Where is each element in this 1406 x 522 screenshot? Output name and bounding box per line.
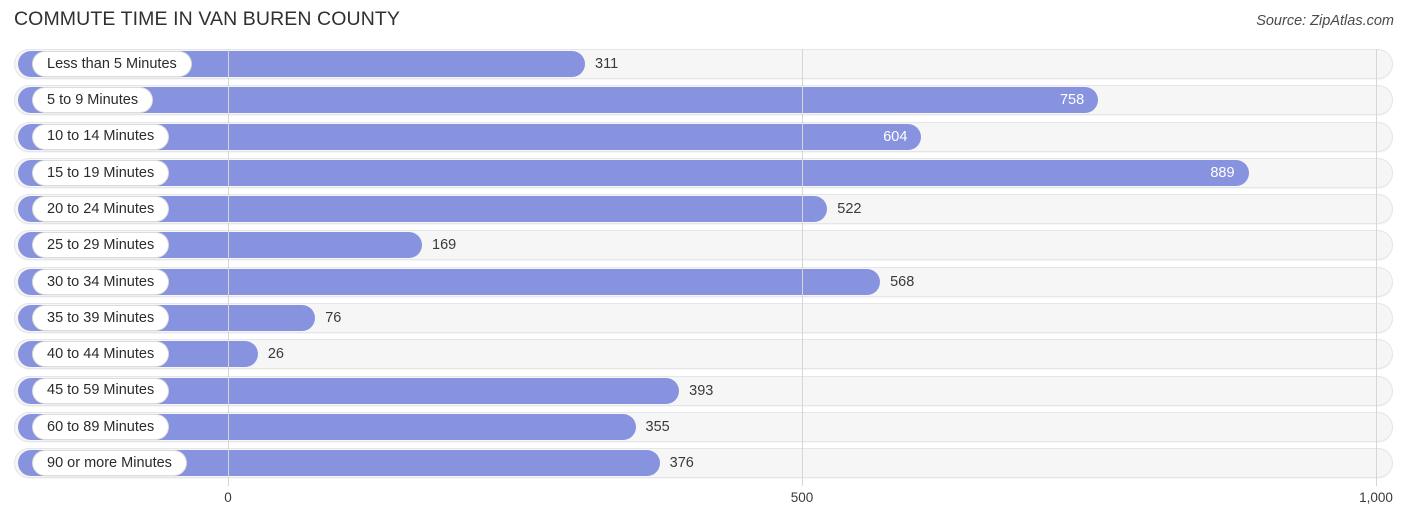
bar-rows: 311 Less than 5 Minutes 758 5 to 9 Minutes 6…	[0, 49, 1406, 485]
bar-value-label: 758	[1059, 92, 1085, 109]
bar-row[interactable]: 568 30 to 34 Minutes	[0, 266, 1406, 297]
bar-value-label: 604	[883, 128, 908, 145]
category-label-text: 45 to 59 Minutes	[47, 382, 155, 399]
bar-row[interactable]: 169 25 to 29 Minutes	[0, 230, 1406, 261]
bar-row[interactable]: 311 Less than 5 Minutes	[0, 49, 1406, 79]
category-label-pill[interactable]: 30 to 34 Minutes	[33, 269, 169, 294]
bar-row[interactable]: 355 60 to 89 Minutes	[0, 411, 1406, 442]
category-label-pill[interactable]: 10 to 14 Minutes	[33, 124, 169, 149]
category-label-text: 15 to 19 Minutes	[47, 164, 155, 181]
x-tick-label: 500	[790, 490, 814, 505]
bar-value-label: 355	[645, 418, 670, 435]
bar-row[interactable]: 522 20 to 24 Minutes	[0, 194, 1406, 225]
category-label-text: 35 to 39 Minutes	[47, 309, 155, 326]
category-label-text: Less than 5 Minutes	[47, 55, 177, 72]
category-label-pill[interactable]: 35 to 39 Minutes	[33, 306, 169, 331]
category-label-text: 10 to 14 Minutes	[47, 128, 155, 145]
category-label-pill[interactable]: 15 to 19 Minutes	[33, 160, 169, 185]
category-label-pill[interactable]: 5 to 9 Minutes	[33, 88, 153, 113]
bar-row[interactable]: 758 5 to 9 Minutes	[0, 85, 1406, 116]
x-tick-label: 0	[224, 490, 232, 505]
category-label-pill[interactable]: 45 to 59 Minutes	[33, 378, 169, 403]
bar-row[interactable]: 76 35 to 39 Minutes	[0, 303, 1406, 334]
bar-value-label: 376	[669, 455, 694, 472]
category-label-text: 40 to 44 Minutes	[47, 346, 155, 363]
category-label-text: 90 or more Minutes	[47, 455, 172, 472]
bar-row[interactable]: 604 10 to 14 Minutes	[0, 121, 1406, 152]
chart-container: COMMUTE TIME IN VAN BUREN COUNTY Source:…	[0, 0, 1406, 522]
value-bar[interactable]: 889	[18, 159, 1249, 186]
category-label-text: 20 to 24 Minutes	[47, 200, 155, 217]
category-label-pill[interactable]: 40 to 44 Minutes	[33, 342, 169, 367]
bar-row[interactable]: 26 40 to 44 Minutes	[0, 339, 1406, 370]
bar-value-label: 76	[325, 310, 342, 327]
category-label-pill[interactable]: Less than 5 Minutes	[33, 52, 191, 76]
category-label-pill[interactable]: 20 to 24 Minutes	[33, 197, 169, 222]
category-label-text: 5 to 9 Minutes	[47, 92, 139, 109]
category-label-text: 30 to 34 Minutes	[47, 273, 155, 290]
source-attribution: Source: ZipAtlas.com	[1256, 13, 1394, 29]
bar-value-label: 393	[689, 382, 714, 399]
page-title: COMMUTE TIME IN VAN BUREN COUNTY	[14, 8, 400, 30]
category-label-pill[interactable]: 25 to 29 Minutes	[33, 233, 169, 258]
bar-row[interactable]: 376 90 or more Minutes	[0, 448, 1406, 479]
bar-value-label: 26	[267, 346, 284, 363]
category-label-text: 25 to 29 Minutes	[47, 237, 155, 254]
bar-value-label: 568	[890, 273, 915, 290]
category-label-text: 60 to 89 Minutes	[47, 418, 155, 435]
x-tick-label: 1,000	[1359, 490, 1393, 505]
bar-row[interactable]: 393 45 to 59 Minutes	[0, 375, 1406, 406]
bar-value-label: 169	[432, 237, 457, 254]
bar-row[interactable]: 889 15 to 19 Minutes	[0, 157, 1406, 188]
bar-value-label: 889	[1210, 164, 1235, 181]
plot-area: 311 Less than 5 Minutes 758 5 to 9 Minutes 6…	[0, 49, 1406, 486]
bar-value-label: 522	[837, 201, 862, 218]
bar-value-label: 311	[595, 56, 619, 72]
x-axis: 0 500 1,000	[0, 486, 1406, 522]
category-label-pill[interactable]: 90 or more Minutes	[33, 451, 186, 476]
category-label-pill[interactable]: 60 to 89 Minutes	[33, 414, 169, 439]
value-bar[interactable]: 758	[18, 87, 1099, 114]
